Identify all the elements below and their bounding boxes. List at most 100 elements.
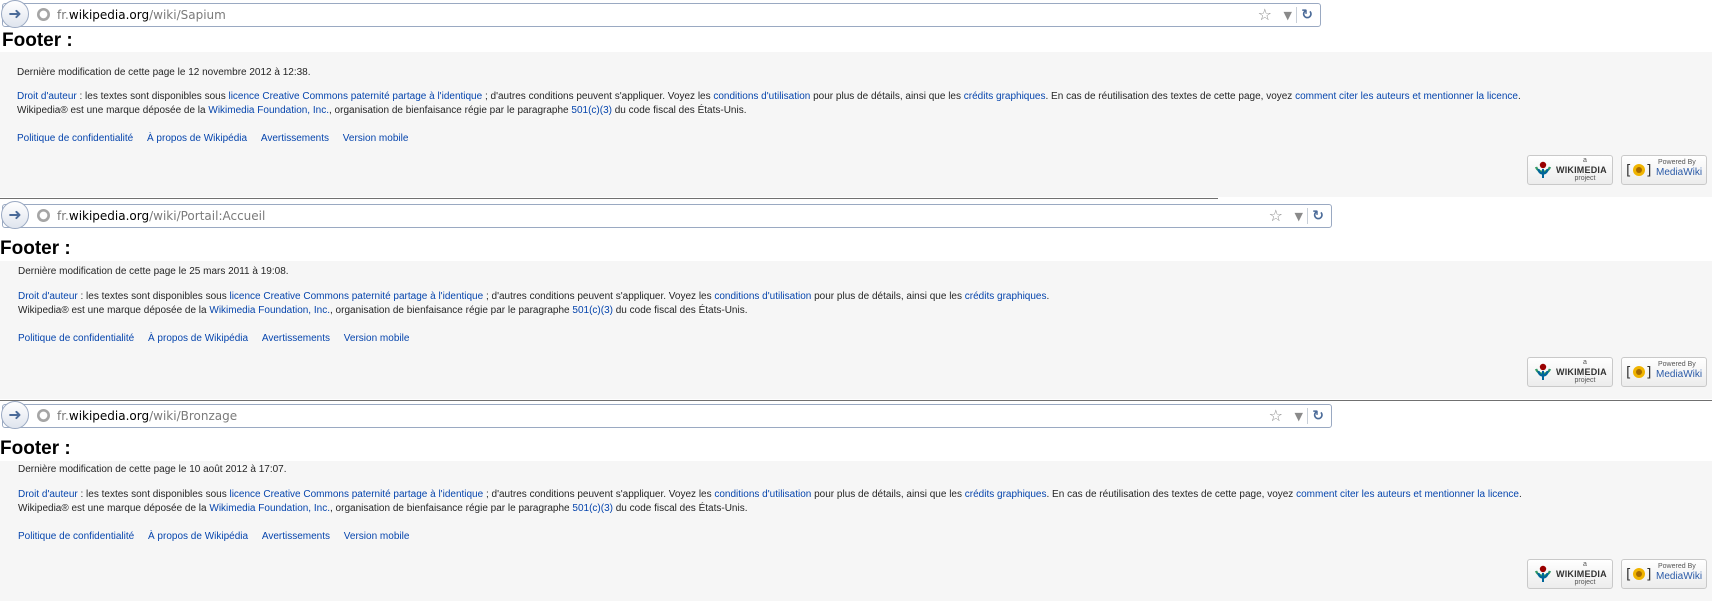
license-text-4: . (1046, 291, 1050, 302)
powered-by-mediawiki-badge[interactable]: [ ] Powered By MediaWiki (1621, 559, 1707, 589)
wikimedia-name-text: WIKIMEDIA (1556, 367, 1607, 377)
terms-of-use-link[interactable]: conditions d'utilisation (714, 291, 811, 302)
copyright-link[interactable]: Droit d'auteur (17, 91, 77, 102)
mediawiki-name-text: MediaWiki (1656, 167, 1703, 178)
501c3-link[interactable]: 501(c)(3) (572, 503, 613, 514)
trademark-text-2: , organisation de bienfaisance régie par… (329, 105, 572, 116)
image-credits-link[interactable]: crédits graphiques (965, 489, 1047, 500)
footer-links: Politique de confidentialité À propos de… (17, 133, 408, 144)
footer-heading: Footer : (0, 238, 71, 259)
terms-of-use-link[interactable]: conditions d'utilisation (713, 91, 810, 102)
reload-icon[interactable]: ↻ (1301, 6, 1313, 24)
creative-commons-link[interactable]: licence Creative Commons paternité parta… (228, 91, 482, 102)
powered-by-mediawiki-badge[interactable]: [ ] Powered By MediaWiki (1621, 155, 1707, 185)
copyright-link[interactable]: Droit d'auteur (18, 291, 78, 302)
star-icon[interactable]: ☆ (1269, 407, 1283, 425)
wikimedia-project-badge[interactable]: a WIKIMEDIA project (1527, 155, 1613, 185)
wikimedia-logo-icon (1534, 363, 1552, 380)
dropdown-arrow-icon[interactable]: ▼ (1284, 7, 1292, 25)
creative-commons-link[interactable]: licence Creative Commons paternité parta… (229, 291, 483, 302)
license-text-3: pour plus de détails, ainsi que les (811, 291, 965, 302)
toolbar-divider (1307, 208, 1308, 224)
copyright-link[interactable]: Droit d'auteur (18, 489, 78, 500)
powered-by-text: Powered By (1658, 159, 1696, 166)
501c3-link[interactable]: 501(c)(3) (571, 105, 612, 116)
trademark-text: Wikipedia® est une marque déposée de la … (18, 503, 747, 514)
about-wikipedia-link[interactable]: À propos de Wikipédia (148, 531, 248, 542)
mobile-version-link[interactable]: Version mobile (344, 531, 410, 542)
powered-by-text: Powered By (1658, 361, 1696, 368)
creative-commons-link[interactable]: licence Creative Commons paternité parta… (229, 489, 483, 500)
trademark-text: Wikipedia® est une marque déposée de la … (17, 105, 746, 116)
image-credits-link[interactable]: crédits graphiques (965, 291, 1047, 302)
footer-links: Politique de confidentialité À propos de… (18, 333, 409, 344)
screenshot-panel-2: ➜ ● fr.wikipedia.org/wiki/Portail:Accuei… (0, 201, 1712, 400)
globe-icon[interactable]: ● (37, 8, 50, 21)
wiki-footer: Dernière modification de cette page le 2… (0, 261, 1712, 399)
address-bar[interactable]: ➜ ● fr.wikipedia.org/wiki/Bronzage ☆ ▼ ↻ (1, 401, 1332, 429)
footer-logos: a WIKIMEDIA project [ ] Powered By Media… (1527, 155, 1707, 185)
url-text[interactable]: fr.wikipedia.org/wiki/Bronzage (57, 409, 237, 423)
wikimedia-logo-icon (1534, 161, 1552, 178)
privacy-policy-link[interactable]: Politique de confidentialité (17, 133, 133, 144)
about-wikipedia-link[interactable]: À propos de Wikipédia (148, 333, 248, 344)
url-text[interactable]: fr.wikipedia.org/wiki/Portail:Accueil (57, 209, 265, 223)
wikimedia-foundation-link[interactable]: Wikimedia Foundation, Inc. (209, 503, 330, 514)
wiki-footer: Dernière modification de cette page le 1… (0, 52, 1712, 197)
privacy-policy-link[interactable]: Politique de confidentialité (18, 531, 134, 542)
globe-icon[interactable]: ● (37, 409, 50, 422)
license-text-4: . En cas de réutilisation des textes de … (1046, 489, 1297, 500)
star-icon[interactable]: ☆ (1269, 207, 1283, 225)
footer-links: Politique de confidentialité À propos de… (18, 531, 409, 542)
dropdown-arrow-icon[interactable]: ▼ (1295, 208, 1303, 226)
address-bar[interactable]: ➜ ● fr.wikipedia.org/wiki/Sapium ☆ ▼ ↻ (1, 0, 1321, 28)
globe-icon[interactable]: ● (37, 209, 50, 222)
wikimedia-foundation-link[interactable]: Wikimedia Foundation, Inc. (208, 105, 329, 116)
disclaimers-link[interactable]: Avertissements (262, 333, 330, 344)
wikimedia-foundation-link[interactable]: Wikimedia Foundation, Inc. (209, 305, 330, 316)
license-text-3: pour plus de détails, ainsi que les (811, 489, 965, 500)
back-arrow-icon[interactable]: ➜ (1, 401, 29, 429)
cite-authors-link[interactable]: comment citer les auteurs et mentionner … (1296, 489, 1519, 500)
powered-by-mediawiki-badge[interactable]: [ ] Powered By MediaWiki (1621, 357, 1707, 387)
mobile-version-link[interactable]: Version mobile (343, 133, 409, 144)
svg-text:[: [ (1626, 567, 1631, 583)
star-icon[interactable]: ☆ (1258, 6, 1272, 24)
privacy-policy-link[interactable]: Politique de confidentialité (18, 333, 134, 344)
url-domain-prefix: fr. (57, 409, 69, 423)
reload-icon[interactable]: ↻ (1312, 407, 1324, 425)
url-domain: wikipedia.org (68, 209, 150, 223)
mediawiki-logo-icon: [ ] (1626, 567, 1651, 583)
license-text-2: ; d'autres conditions peuvent s'applique… (483, 291, 715, 302)
terms-of-use-link[interactable]: conditions d'utilisation (714, 489, 811, 500)
panel-divider (0, 198, 1218, 199)
footer-logos: a WIKIMEDIA project [ ] Powered By Media… (1527, 357, 1707, 387)
url-text[interactable]: fr.wikipedia.org/wiki/Sapium (57, 8, 226, 22)
url-domain: wikipedia.org (68, 8, 150, 22)
address-bar[interactable]: ➜ ● fr.wikipedia.org/wiki/Portail:Accuei… (1, 201, 1332, 229)
cite-authors-link[interactable]: comment citer les auteurs et mentionner … (1295, 91, 1518, 102)
wikimedia-name-text: WIKIMEDIA (1556, 165, 1607, 175)
toolbar-divider (1296, 7, 1297, 23)
disclaimers-link[interactable]: Avertissements (261, 133, 329, 144)
wikimedia-project-badge[interactable]: a WIKIMEDIA project (1527, 357, 1613, 387)
trademark-text-1: Wikipedia® est une marque déposée de la (17, 105, 209, 116)
toolbar-divider (1307, 408, 1308, 424)
wikimedia-a-text: a (1583, 359, 1587, 366)
mobile-version-link[interactable]: Version mobile (344, 333, 410, 344)
wiki-footer: Dernière modification de cette page le 1… (0, 461, 1712, 601)
back-arrow-icon[interactable]: ➜ (1, 0, 29, 28)
dropdown-arrow-icon[interactable]: ▼ (1295, 408, 1303, 426)
license-text-1: : les textes sont disponibles sous (77, 291, 230, 302)
disclaimers-link[interactable]: Avertissements (262, 531, 330, 542)
about-wikipedia-link[interactable]: À propos de Wikipédia (147, 133, 247, 144)
back-arrow-icon[interactable]: ➜ (1, 201, 29, 229)
license-text-2: ; d'autres conditions peuvent s'applique… (482, 91, 714, 102)
mediawiki-logo-icon: [ ] (1626, 365, 1651, 381)
image-credits-link[interactable]: crédits graphiques (964, 91, 1046, 102)
url-path: /wiki/Sapium (149, 8, 226, 22)
501c3-link[interactable]: 501(c)(3) (572, 305, 613, 316)
wikimedia-project-badge[interactable]: a WIKIMEDIA project (1527, 559, 1613, 589)
license-text: Droit d'auteur : les textes sont disponi… (18, 291, 1049, 302)
reload-icon[interactable]: ↻ (1312, 207, 1324, 225)
